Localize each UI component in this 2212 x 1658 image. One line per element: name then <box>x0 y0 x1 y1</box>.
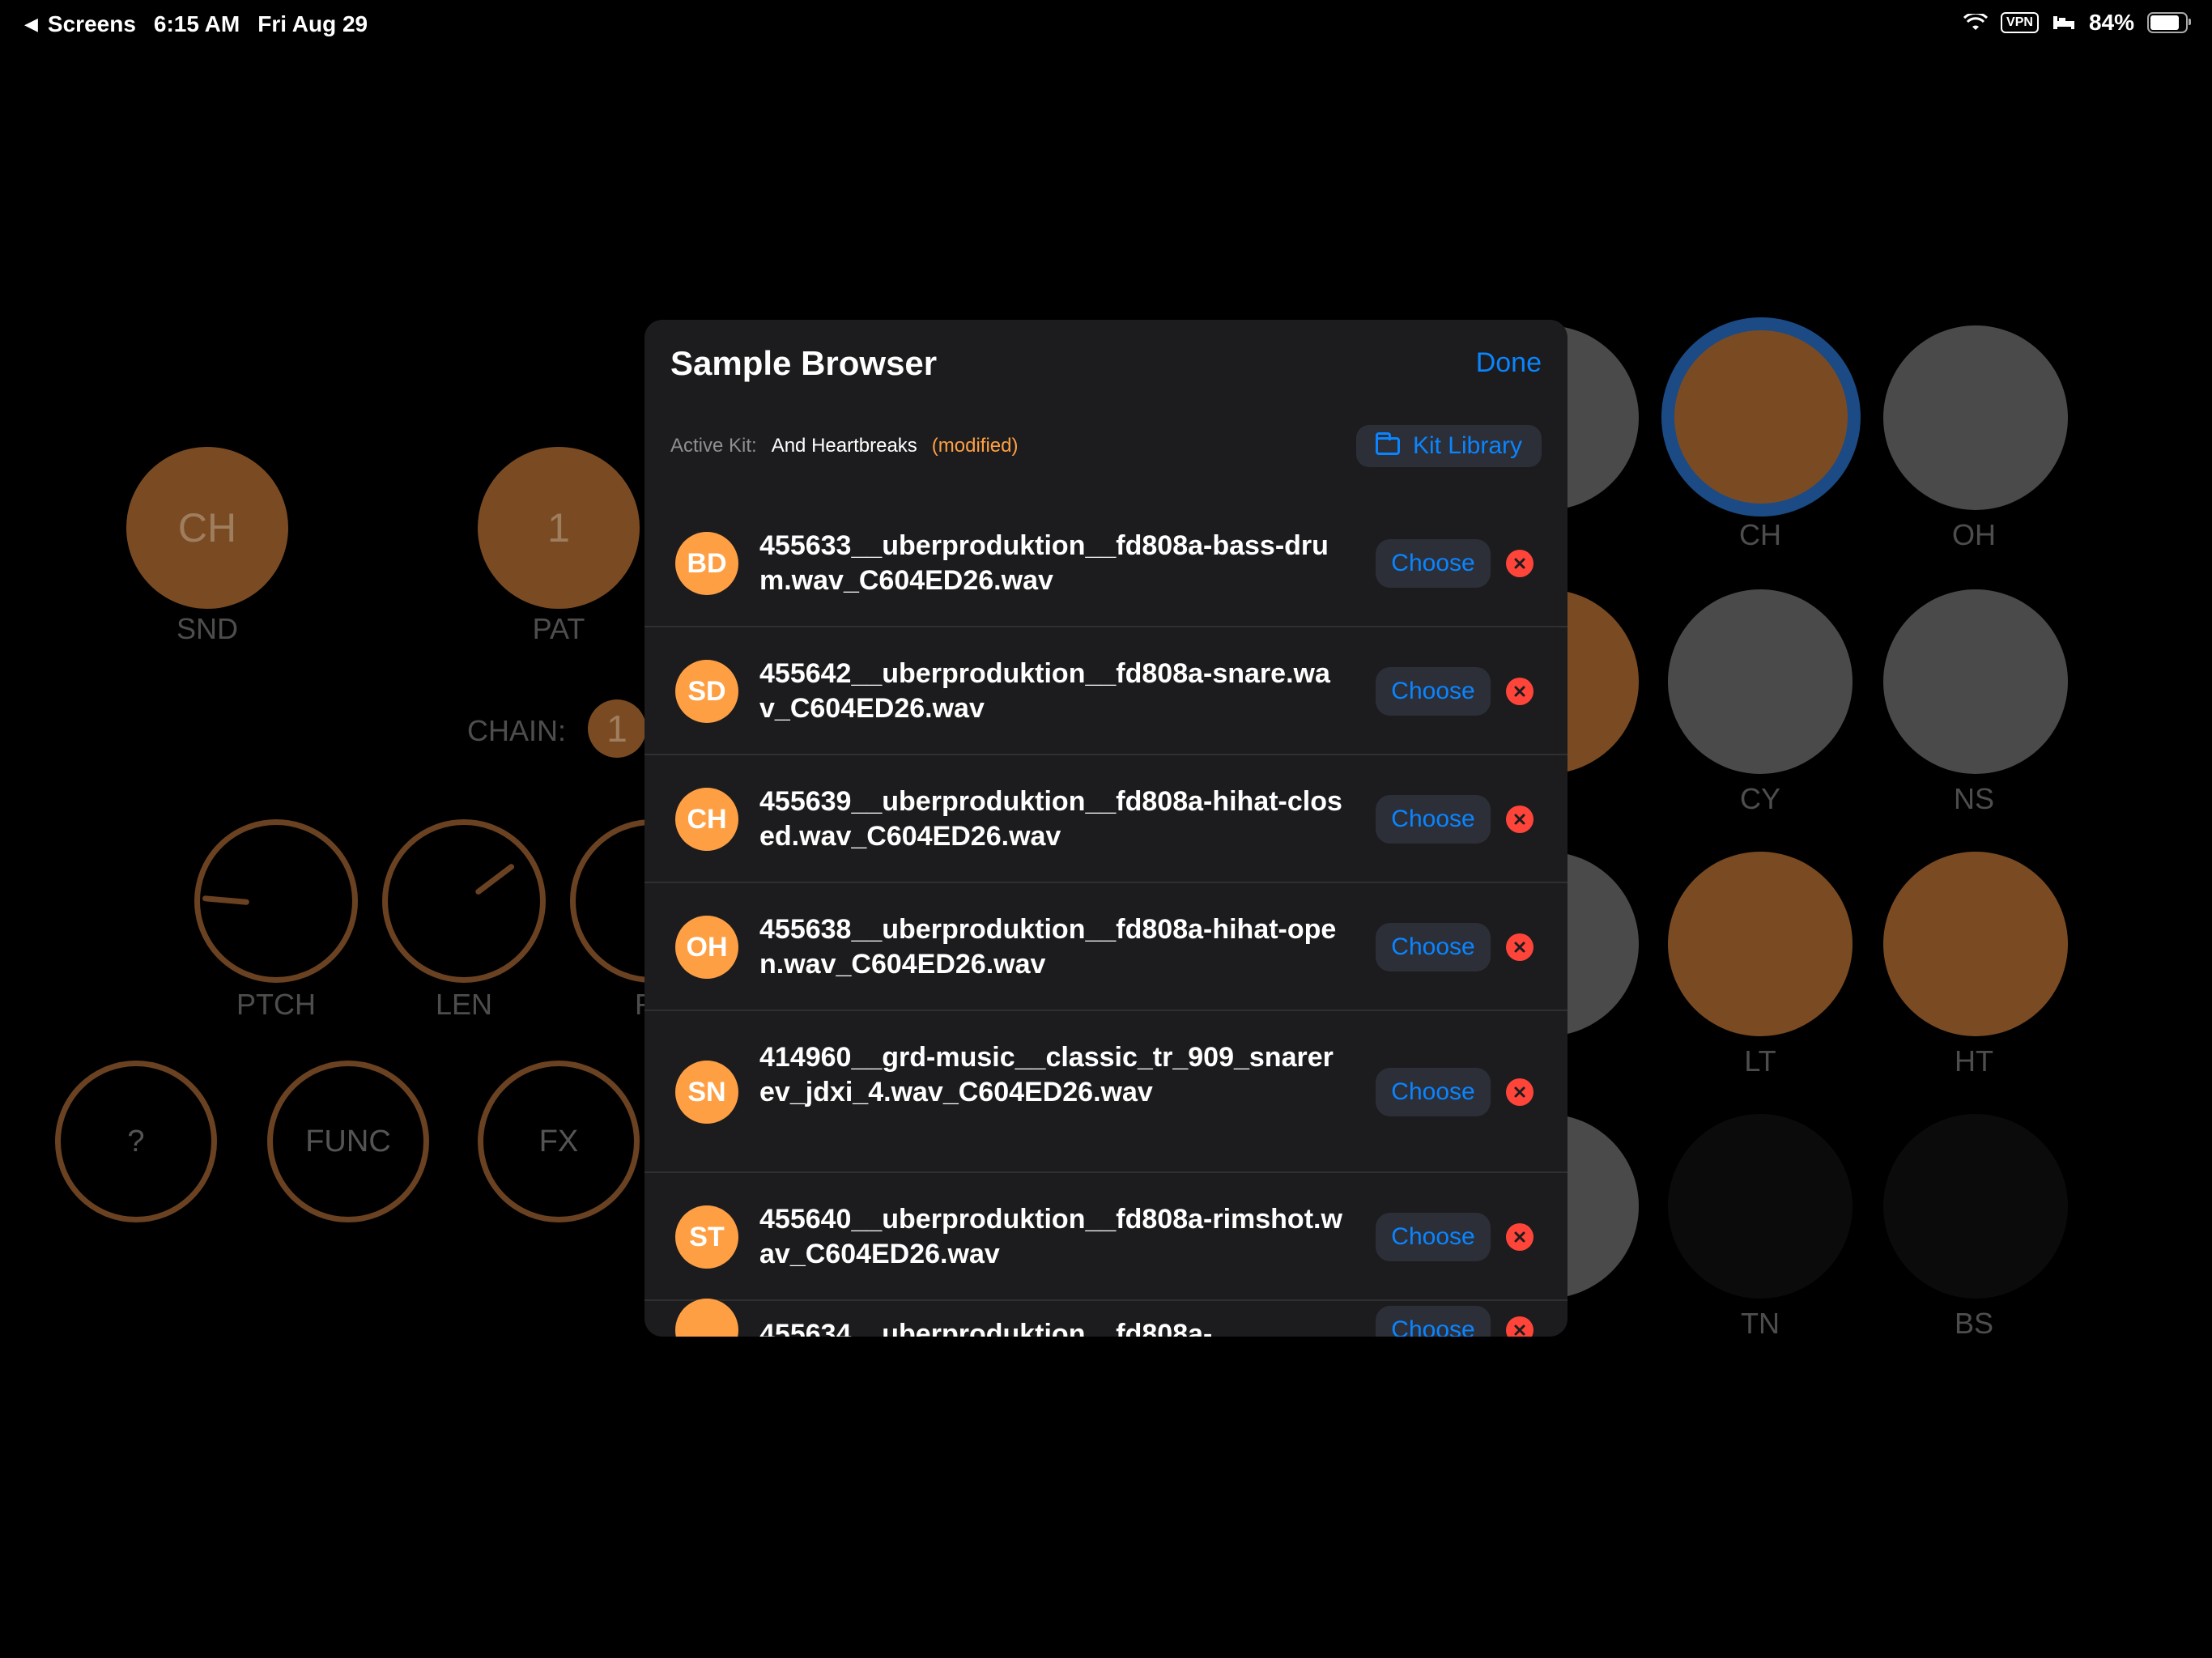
sample-filename: 455640__uberproduktion__fd808a-rimshot.w… <box>759 1204 1342 1269</box>
choose-sample-button[interactable]: Choose <box>1376 1068 1491 1116</box>
done-button[interactable]: Done <box>1476 347 1542 379</box>
pad-lt[interactable] <box>1668 852 1853 1036</box>
fx-button-label: FX <box>538 1124 579 1158</box>
pad-cy-label: CY <box>1739 782 1781 815</box>
func-button-label: FUNC <box>305 1124 391 1158</box>
sample-filename: 455642__uberproduktion__fd808a-snare.wav… <box>759 658 1330 724</box>
pad-oh-label: OH <box>1952 518 1996 551</box>
chain-label: CHAIN: <box>466 714 567 747</box>
remove-sample-icon[interactable] <box>1506 1223 1534 1251</box>
pad-bs-label: BS <box>1954 1307 1994 1340</box>
pattern-select-button[interactable]: 1 <box>478 447 640 609</box>
pitch-knob-label: PTCH <box>236 988 316 1021</box>
sample-filename: 455633__uberproduktion__fd808a-bass-drum… <box>759 530 1329 596</box>
help-button[interactable]: ? <box>55 1061 217 1222</box>
remove-sample-icon[interactable] <box>1506 806 1534 833</box>
sample-browser-modal: Sample Browser Done Active Kit: And Hear… <box>644 320 1568 1337</box>
sound-select-button[interactable]: CH <box>126 447 288 609</box>
func-button[interactable]: FUNC <box>267 1061 429 1222</box>
kit-library-button[interactable]: Kit Library <box>1355 425 1542 467</box>
pad-tn[interactable] <box>1668 1114 1853 1299</box>
folder-icon <box>1375 432 1400 455</box>
sample-slot-badge: BD <box>675 532 738 595</box>
remove-sample-icon[interactable] <box>1506 933 1534 961</box>
choose-sample-button[interactable]: Choose <box>1376 923 1491 971</box>
choose-sample-button[interactable]: Choose <box>1376 1306 1491 1337</box>
pad-ht-label: HT <box>1955 1044 1993 1078</box>
sample-slot-badge: SN <box>675 1061 738 1124</box>
active-kit-line: Active Kit: And Heartbreaks (modified) <box>670 435 1019 457</box>
modal-title: Sample Browser <box>670 344 938 382</box>
pad-bs[interactable] <box>1883 1114 2068 1299</box>
choose-sample-button[interactable]: Choose <box>1376 539 1491 588</box>
pattern-label: PAT <box>532 612 585 645</box>
sample-filename: 455634__uberproduktion__fd808a- <box>759 1319 1213 1337</box>
remove-sample-icon[interactable] <box>1506 1078 1534 1106</box>
active-kit-name: And Heartbreaks <box>771 435 917 457</box>
remove-sample-icon[interactable] <box>1506 678 1534 705</box>
choose-sample-button[interactable]: Choose <box>1376 795 1491 844</box>
kit-library-label: Kit Library <box>1412 432 1522 459</box>
remove-sample-icon[interactable] <box>1506 550 1534 577</box>
choose-sample-button[interactable]: Choose <box>1376 667 1491 716</box>
length-knob[interactable] <box>382 819 546 983</box>
sample-row[interactable]: SN 414960__grd-music__classic_tr_909_snar… <box>644 1011 1568 1173</box>
kit-modified-badge: (modified) <box>931 435 1019 457</box>
sample-slot-badge: CH <box>675 788 738 851</box>
sample-filename: 455638__uberproduktion__fd808a-hihat-ope… <box>759 914 1337 980</box>
pad-ch-label: CH <box>1739 518 1781 551</box>
pattern-value: 1 <box>547 505 570 551</box>
pad-ns[interactable] <box>1883 589 2068 774</box>
pad-tn-label: TN <box>1741 1307 1780 1340</box>
sample-list[interactable]: BD 455633__uberproduktion__fd808a-bass-dr… <box>644 500 1568 1337</box>
sample-row[interactable]: SD 455642__uberproduktion__fd808a-snare.w… <box>644 627 1568 755</box>
sample-slot-badge: ST <box>675 1205 738 1269</box>
remove-sample-icon[interactable] <box>1506 1316 1534 1337</box>
pad-ch[interactable] <box>1661 317 1861 517</box>
pad-ht[interactable] <box>1883 852 2068 1036</box>
sound-value: CH <box>177 505 237 551</box>
chain-value: 1 <box>606 708 627 750</box>
chain-value-button[interactable]: 1 <box>588 699 646 758</box>
sample-slot-badge: OH <box>675 916 738 979</box>
sample-row[interactable]: 455634__uberproduktion__fd808a- Choose <box>644 1299 1568 1337</box>
pad-lt-label: LT <box>1744 1044 1776 1078</box>
sound-label: SND <box>176 612 239 645</box>
sample-slot-badge: SD <box>675 660 738 723</box>
sample-row[interactable]: CH 455639__uberproduktion__fd808a-hihat-c… <box>644 755 1568 883</box>
sample-row[interactable]: OH 455638__uberproduktion__fd808a-hihat-o… <box>644 883 1568 1011</box>
active-kit-label: Active Kit: <box>670 435 757 457</box>
sample-filename: 414960__grd-music__classic_tr_909_snarer… <box>759 1041 1334 1107</box>
choose-sample-button[interactable]: Choose <box>1376 1213 1491 1261</box>
help-button-label: ? <box>127 1124 145 1158</box>
sample-row[interactable]: BD 455633__uberproduktion__fd808a-bass-dr… <box>644 500 1568 627</box>
length-knob-label: LEN <box>435 988 493 1021</box>
sample-filename: 455639__uberproduktion__fd808a-hihat-clo… <box>759 786 1342 852</box>
sample-slot-badge <box>675 1299 738 1337</box>
fx-button[interactable]: FX <box>478 1061 640 1222</box>
pad-oh[interactable] <box>1883 325 2068 510</box>
pad-ns-label: NS <box>1953 782 1995 815</box>
sample-row[interactable]: ST 455640__uberproduktion__fd808a-rimshot… <box>644 1173 1568 1301</box>
pad-cy[interactable] <box>1668 589 1853 774</box>
